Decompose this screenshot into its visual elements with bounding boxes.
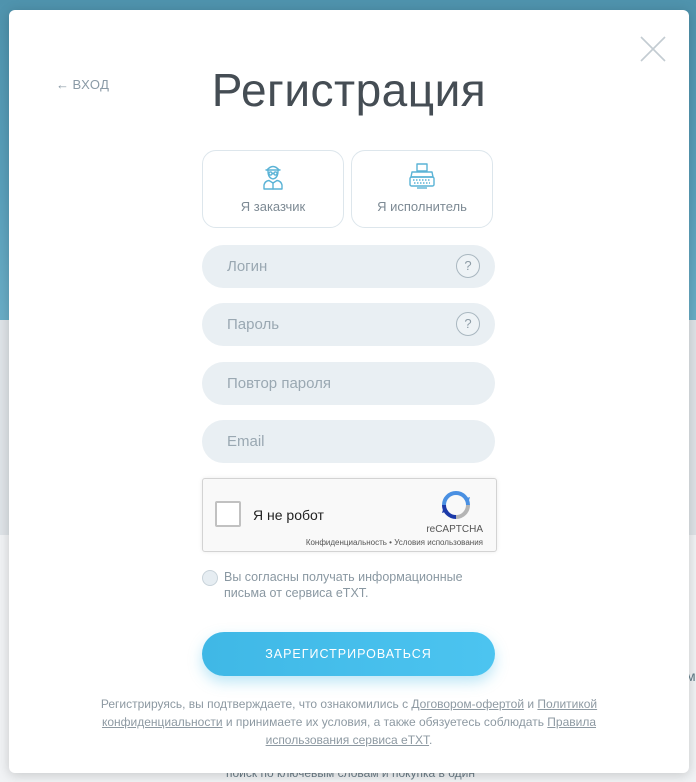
newsletter-consent-label: Вы согласны получать информационные пись… xyxy=(224,570,463,600)
recaptcha-brand: reCAPTCHA xyxy=(426,524,483,535)
typewriter-icon xyxy=(409,163,435,189)
role-performer-label: Я исполнитель xyxy=(377,199,467,214)
login-field: ? xyxy=(202,245,495,288)
close-button[interactable] xyxy=(638,34,668,64)
email-field xyxy=(202,420,495,463)
recaptcha-widget: Я не робот reCAPTCHA Конфиденциальность … xyxy=(202,478,497,552)
role-customer-label: Я заказчик xyxy=(240,199,306,214)
password-repeat-input[interactable] xyxy=(202,362,495,405)
password-field: ? xyxy=(202,303,495,346)
recaptcha-checkbox[interactable] xyxy=(215,501,241,527)
legal-notice: Регистрируясь, вы подтверждаете, что озн… xyxy=(99,695,599,749)
legal-text-3: и принимаете их условия, а также обязует… xyxy=(222,715,548,729)
recaptcha-logo-icon xyxy=(442,491,470,519)
role-customer-button[interactable]: Я заказчик xyxy=(202,150,344,228)
legal-text-2: и xyxy=(524,697,538,711)
recaptcha-terms-link[interactable]: Конфиденциальность • Условия использован… xyxy=(306,538,483,547)
newsletter-consent-checkbox[interactable] xyxy=(202,570,218,586)
registration-modal: ← вход Регистрация Я заказчик xyxy=(9,10,689,773)
customer-icon xyxy=(263,165,283,190)
password-help-icon[interactable]: ? xyxy=(456,312,480,336)
page-title: Регистрация xyxy=(211,64,487,116)
password-repeat-field xyxy=(202,362,495,405)
legal-text-4: . xyxy=(429,733,433,747)
login-input[interactable] xyxy=(202,245,495,288)
register-button[interactable]: Зарегистрироваться xyxy=(202,632,495,676)
login-help-icon[interactable]: ? xyxy=(456,254,480,278)
role-performer-button[interactable]: Я исполнитель xyxy=(351,150,493,228)
recaptcha-label: Я не робот xyxy=(253,507,324,523)
password-input[interactable] xyxy=(202,303,495,346)
close-icon xyxy=(640,36,666,62)
offer-agreement-link[interactable]: Договором-офертой xyxy=(411,697,524,711)
email-input[interactable] xyxy=(202,420,495,463)
legal-text-1: Регистрируясь, вы подтверждаете, что озн… xyxy=(100,697,412,711)
